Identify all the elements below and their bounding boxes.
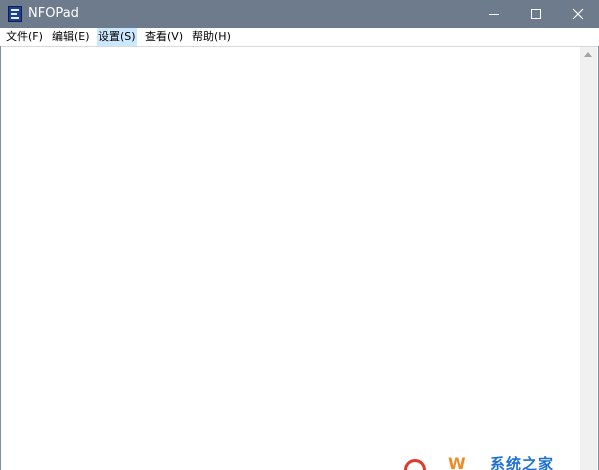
menu-settings[interactable]: 设置(S) (97, 28, 137, 46)
close-button[interactable] (558, 0, 598, 28)
nfo-document-icon (8, 6, 22, 22)
window-title: NFOPad (28, 6, 79, 21)
menu-help[interactable]: 帮助(H) (191, 28, 232, 46)
menu-bar: 文件(F) 编辑(E) 设置(S) 查看(V) 帮助(H) (0, 28, 599, 46)
vertical-scrollbar[interactable] (580, 47, 597, 470)
minimize-icon (489, 14, 499, 15)
watermark-w-logo: W (448, 454, 466, 470)
minimize-button[interactable] (474, 0, 514, 28)
menu-file[interactable]: 文件(F) (5, 28, 44, 46)
watermark-text: 系统之家 (490, 455, 555, 470)
text-editor-area[interactable] (1, 46, 598, 470)
close-icon (572, 8, 584, 20)
title-bar[interactable]: NFOPad (0, 0, 599, 28)
watermark-circle-icon (404, 459, 426, 470)
watermark-logo: W 系统之家 (404, 456, 594, 470)
menu-view[interactable]: 查看(V) (144, 28, 184, 46)
menu-edit[interactable]: 编辑(E) (51, 28, 91, 46)
maximize-button[interactable] (516, 0, 556, 28)
maximize-icon (531, 9, 541, 19)
scroll-up-arrow-icon[interactable] (584, 52, 592, 57)
app-window: NFOPad 文件(F) 编辑(E) 设置(S) 查看(V) 帮助(H) W 系… (0, 0, 599, 470)
